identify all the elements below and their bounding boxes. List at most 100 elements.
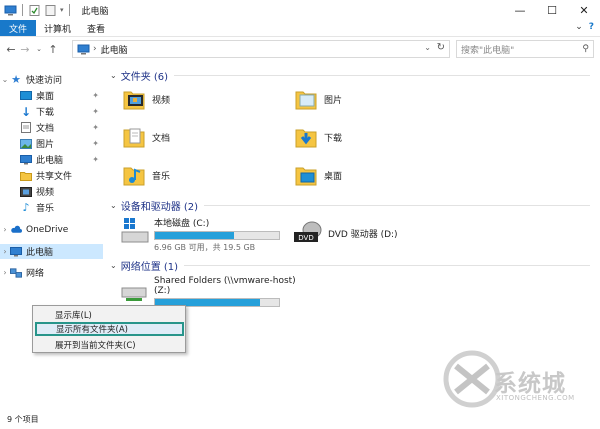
nav-label: 此电脑 (26, 248, 54, 258)
collapse-chevron-icon[interactable]: ⌄ (0, 75, 10, 84)
nav-onedrive[interactable]: › OneDrive (0, 222, 103, 237)
tab-file[interactable]: 文件 (0, 20, 37, 36)
tab-view[interactable]: 查看 (79, 20, 113, 36)
folder-icon (20, 170, 32, 181)
group-header-network[interactable]: ⌄ 网络位置 (1) (110, 258, 590, 273)
search-icon: ⚲ (582, 44, 589, 54)
nav-item-documents[interactable]: 文档 ✦ (0, 120, 103, 135)
title-bar: ▾ 此电脑 — ☐ ✕ (0, 0, 600, 20)
nav-label: 文档 (36, 124, 55, 134)
quick-access-dropdown-icon[interactable]: ▾ (60, 6, 64, 14)
search-input[interactable]: 搜索"此电脑" ⚲ (456, 40, 594, 58)
folder-documents[interactable]: 文档 (122, 124, 170, 150)
download-arrow-icon: ↓ (20, 104, 32, 119)
minimize-button[interactable]: — (504, 0, 536, 20)
group-title: 设备和驱动器 (2) (120, 202, 199, 213)
forward-arrow-icon[interactable]: → (18, 43, 32, 56)
pin-icon[interactable]: ✦ (92, 155, 99, 164)
nav-item-shared[interactable]: 共享文件 (0, 168, 103, 183)
pin-icon[interactable]: ✦ (92, 123, 99, 132)
folder-label: 下载 (324, 133, 343, 144)
group-header-folders[interactable]: ⌄ 文件夹 (6) (110, 68, 590, 83)
music-folder-icon (123, 167, 145, 186)
drive-local-c[interactable]: 本地磁盘 (C:) 6.96 GB 可用，共 19.5 GB (118, 216, 280, 253)
group-header-drives[interactable]: ⌄ 设备和驱动器 (2) (110, 198, 590, 213)
recent-locations-icon[interactable]: ⌄ (32, 45, 46, 53)
back-arrow-icon[interactable]: ← (4, 43, 18, 56)
star-icon: ★ (11, 73, 21, 86)
tab-computer[interactable]: 计算机 (36, 20, 79, 36)
nav-label: 此电脑 (36, 156, 64, 166)
nav-item-downloads[interactable]: ↓ 下载 ✦ (0, 104, 103, 119)
nav-item-this-pc-pinned[interactable]: 此电脑 ✦ (0, 152, 103, 167)
navigation-pane: ⌄ ★ 快速访问 桌面 ✦ ↓ 下载 ✦ 文档 ✦ 图片 ✦ 此电脑 ✦ 共享文… (0, 64, 103, 408)
ribbon-expand-icon[interactable]: ⌄ (575, 22, 583, 32)
downloads-folder-icon (295, 129, 317, 148)
watermark-text: 系统城 (494, 371, 566, 397)
folder-label: 文档 (152, 133, 171, 144)
nav-label: 快速访问 (26, 76, 63, 86)
new-folder-icon[interactable] (44, 4, 57, 16)
expand-chevron-icon[interactable]: › (0, 268, 10, 277)
properties-icon[interactable] (28, 4, 41, 16)
menu-item-show-all-folders[interactable]: 显示所有文件夹(A) (35, 322, 184, 336)
expand-chevron-icon[interactable]: › (0, 247, 10, 256)
refresh-icon[interactable]: ↻ (437, 42, 445, 53)
up-arrow-icon[interactable]: ↑ (46, 43, 60, 56)
nav-quick-access[interactable]: ⌄ ★ 快速访问 (0, 72, 103, 87)
search-placeholder: 搜索"此电脑" (461, 45, 515, 56)
desktop-icon (20, 90, 32, 101)
document-icon (20, 122, 32, 133)
window-title: 此电脑 (81, 6, 109, 17)
breadcrumb-this-pc[interactable]: 此电脑 (101, 43, 128, 56)
folder-desktop[interactable]: 桌面 (294, 162, 342, 188)
watermark-subtext: XITONGCHENG.COM (496, 394, 575, 402)
this-pc-icon (4, 5, 17, 15)
folder-music[interactable]: 音乐 (122, 162, 170, 188)
drive-free-space: 6.96 GB 可用，共 19.5 GB (154, 243, 256, 252)
maximize-button[interactable]: ☐ (536, 0, 568, 20)
quick-access-toolbar: ▾ (0, 4, 72, 16)
nav-this-pc[interactable]: › 此电脑 (0, 244, 103, 259)
toolbar-separator (22, 4, 23, 16)
expand-chevron-icon[interactable]: › (0, 225, 10, 234)
drive-network-z[interactable]: Shared Folders (\\vmware-host) (Z:) (118, 276, 296, 307)
music-note-icon: ♪ (22, 201, 30, 214)
address-bar[interactable]: › 此电脑 ⌄ ↻ (72, 40, 450, 58)
this-pc-icon (77, 44, 90, 54)
nav-item-desktop[interactable]: 桌面 ✦ (0, 88, 103, 103)
pictures-folder-icon (295, 91, 317, 110)
folder-label: 视频 (152, 95, 171, 106)
item-count: 9 个项目 (7, 415, 39, 424)
drive-usage-fill (155, 232, 235, 239)
nav-item-pictures[interactable]: 图片 ✦ (0, 136, 103, 151)
pin-icon[interactable]: ✦ (92, 91, 99, 100)
help-icon[interactable]: ? (589, 22, 594, 32)
nav-label: 网络 (26, 269, 45, 279)
context-menu: 显示库(L) 显示所有文件夹(A) 展开到当前文件夹(C) (32, 305, 186, 353)
collapse-chevron-icon[interactable]: ⌄ (110, 201, 117, 210)
folder-downloads[interactable]: 下载 (294, 124, 342, 150)
dvd-badge: DVD (298, 234, 313, 242)
pin-icon[interactable]: ✦ (92, 107, 99, 116)
menu-item-expand-to-current[interactable]: 展开到当前文件夹(C) (33, 338, 185, 352)
folder-pictures[interactable]: 图片 (294, 86, 342, 112)
drive-letter: (Z:) (154, 286, 171, 296)
drive-dvd-d[interactable]: DVD DVD 驱动器 (D:) (292, 220, 398, 246)
nav-item-music[interactable]: ♪ 音乐 (0, 200, 103, 215)
nav-label: 图片 (36, 140, 55, 150)
ribbon-tabs: 文件 计算机 查看 ⌄ ? (0, 20, 600, 37)
menu-item-show-libraries[interactable]: 显示库(L) (33, 308, 185, 322)
collapse-chevron-icon[interactable]: ⌄ (110, 71, 117, 80)
folder-videos[interactable]: 视频 (122, 86, 170, 112)
cloud-icon (10, 224, 22, 235)
this-pc-icon (10, 246, 22, 257)
drive-name: 本地磁盘 (C:) (154, 219, 210, 229)
nav-item-videos[interactable]: 视频 (0, 184, 103, 199)
this-pc-icon (20, 154, 32, 165)
close-button[interactable]: ✕ (568, 0, 600, 20)
nav-network[interactable]: › 网络 (0, 265, 103, 280)
pin-icon[interactable]: ✦ (92, 139, 99, 148)
collapse-chevron-icon[interactable]: ⌄ (110, 261, 117, 270)
address-dropdown-icon[interactable]: ⌄ (424, 43, 431, 52)
